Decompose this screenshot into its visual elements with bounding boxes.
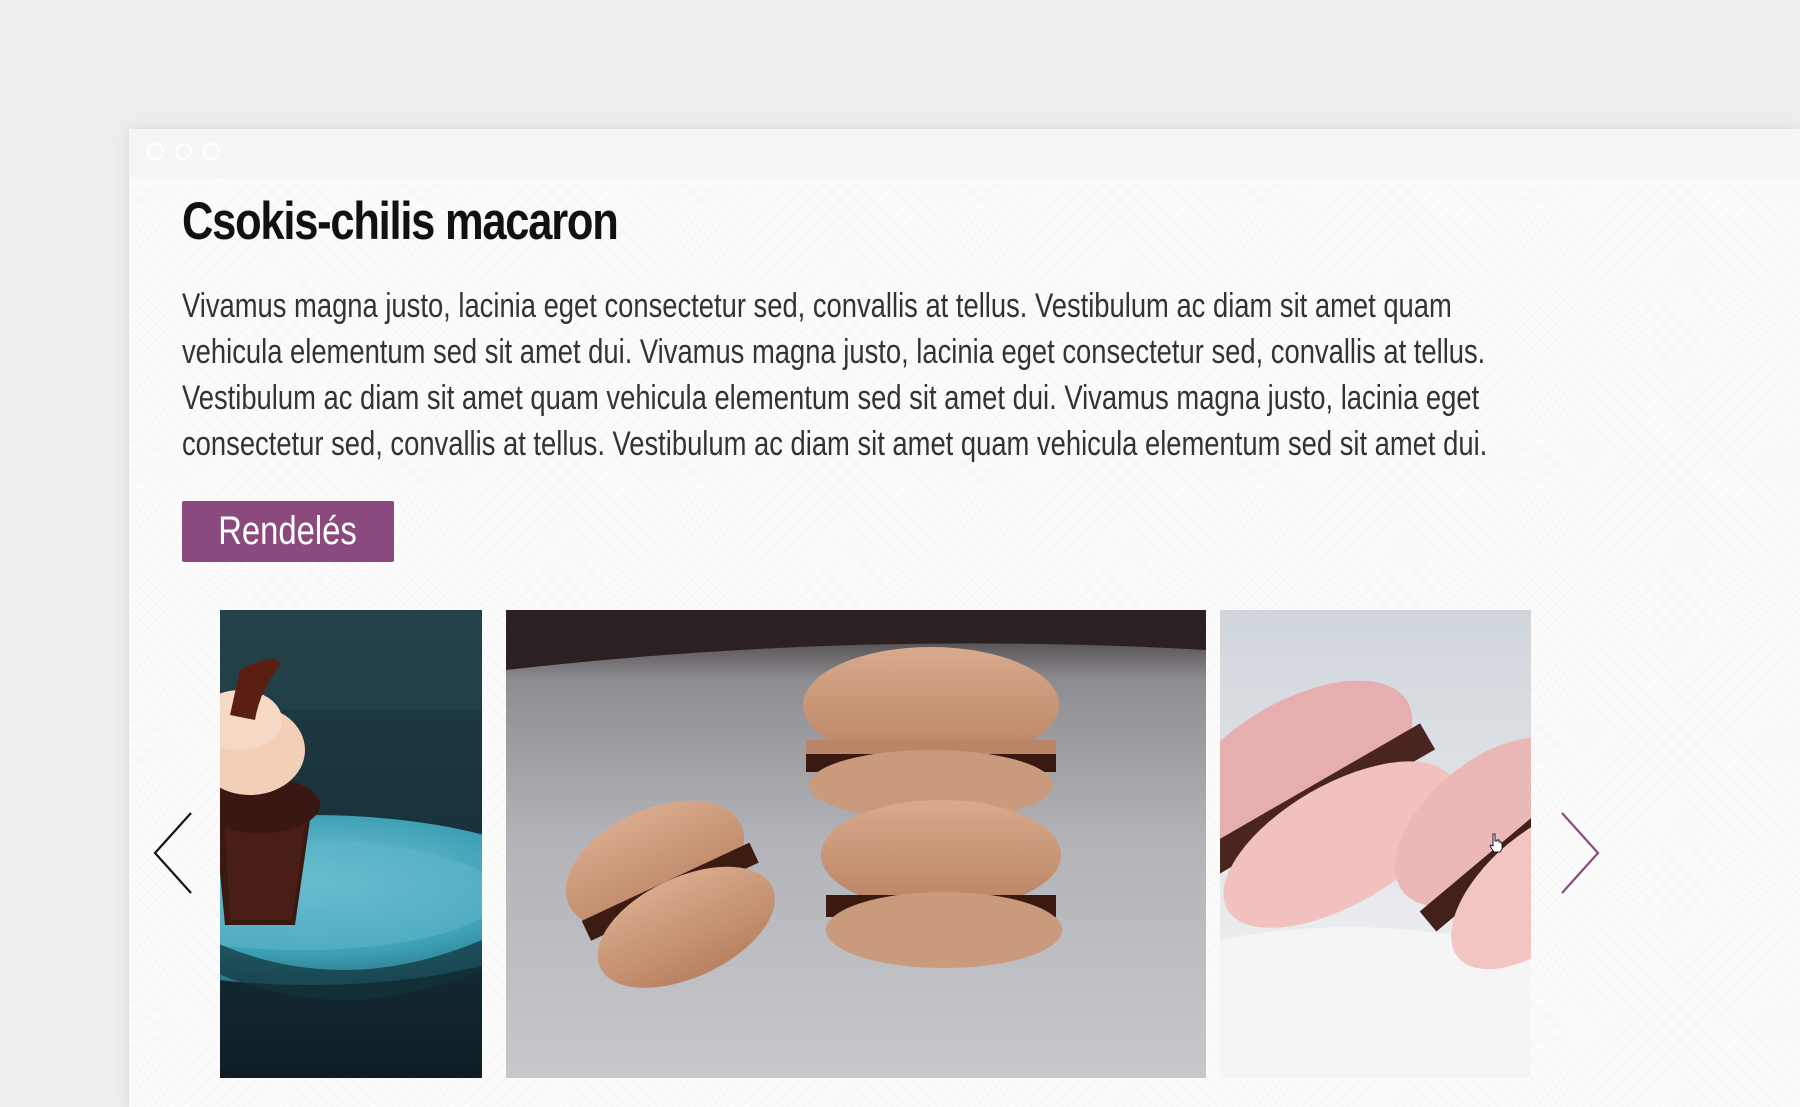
order-button[interactable]: Rendelés	[182, 501, 394, 562]
gallery-prev-button[interactable]	[151, 810, 197, 896]
chevron-left-icon	[153, 812, 192, 894]
chevron-right-icon	[1561, 812, 1600, 894]
window-close-control[interactable]	[147, 143, 164, 160]
hand-cursor-icon	[1489, 833, 1503, 853]
gallery-image-pink-macarons[interactable]	[1220, 610, 1531, 1078]
page-content: Csokis-chilis macaron Vivamus magna just…	[129, 179, 1800, 1107]
gallery-next-button[interactable]	[1556, 810, 1602, 896]
gallery-image-chocolate-macarons[interactable]	[506, 610, 1206, 1078]
gallery-image-cupcake[interactable]	[220, 610, 482, 1078]
order-button-label: Rendelés	[218, 509, 358, 553]
product-description: Vivamus magna justo, lacinia eget consec…	[182, 287, 1488, 463]
product-title: Csokis-chilis macaron	[182, 192, 619, 251]
browser-window: Csokis-chilis macaron Vivamus magna just…	[129, 129, 1800, 1107]
window-maximize-control[interactable]	[203, 143, 220, 160]
window-minimize-control[interactable]	[175, 143, 192, 160]
window-titlebar	[129, 129, 1800, 179]
